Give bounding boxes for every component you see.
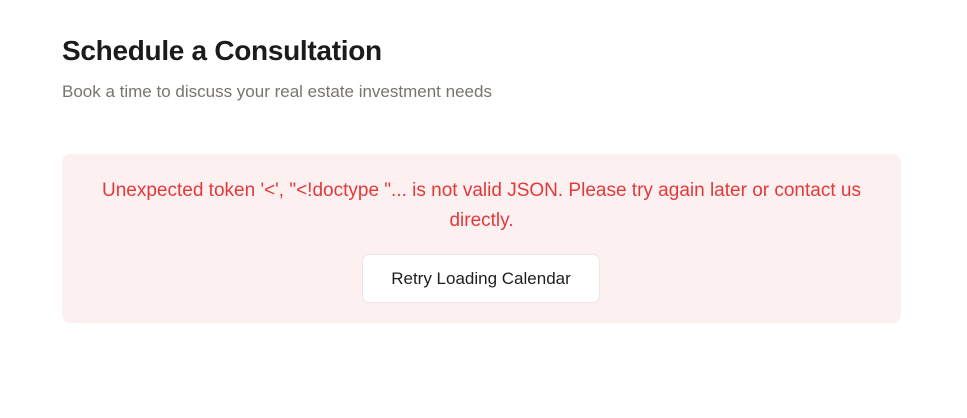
page-subtitle: Book a time to discuss your real estate … xyxy=(62,82,492,101)
calendar-error-panel: Unexpected token '<', "<!doctype "... is… xyxy=(62,154,901,323)
retry-loading-calendar-button[interactable]: Retry Loading Calendar xyxy=(362,254,600,303)
page-title: Schedule a Consultation xyxy=(62,35,382,66)
error-message: Unexpected token '<', "<!doctype "... is… xyxy=(102,180,861,231)
